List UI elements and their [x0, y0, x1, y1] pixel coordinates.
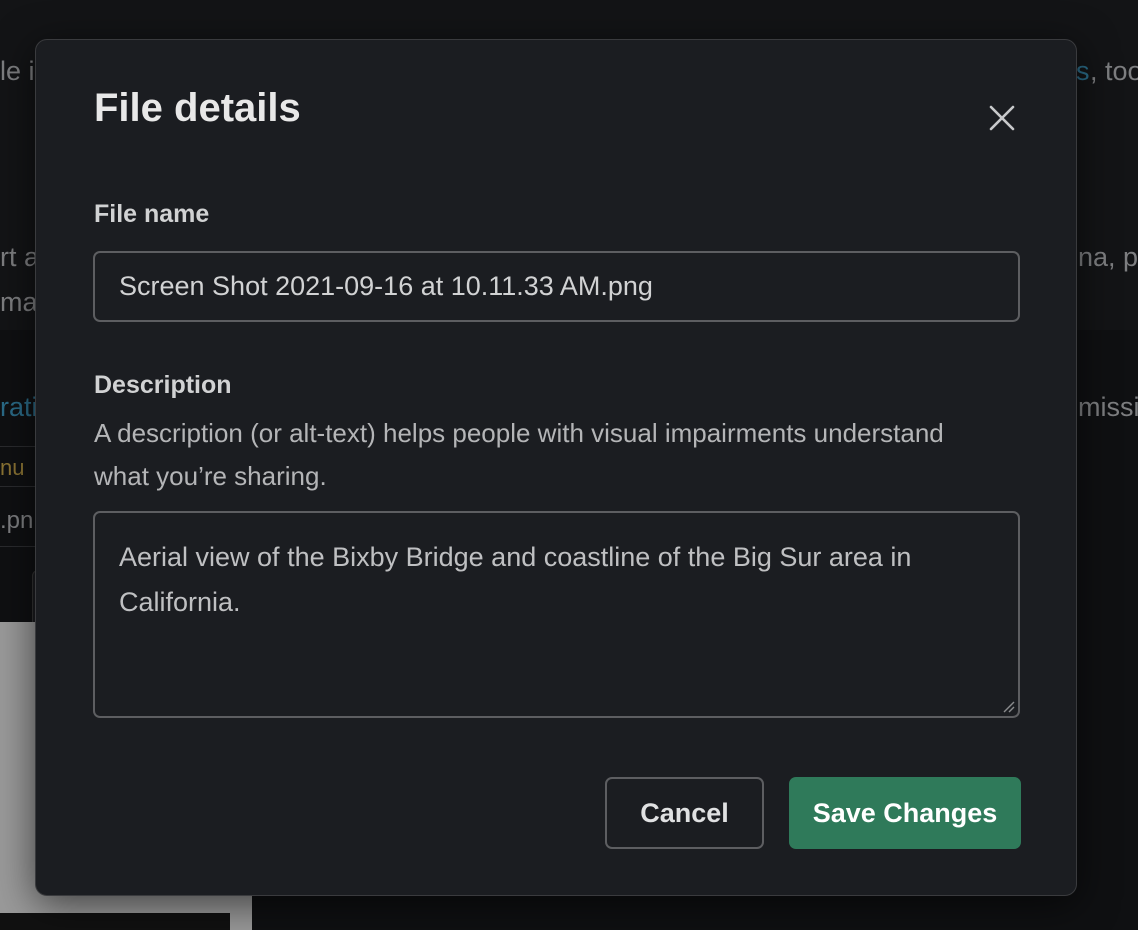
background-preview-footer: [0, 913, 230, 930]
background-text: .pn: [0, 507, 34, 534]
save-changes-button[interactable]: Save Changes: [789, 777, 1021, 849]
background-text: , too: [1090, 56, 1138, 86]
background-text: na, plo: [1078, 242, 1138, 272]
background-text: missi: [1078, 392, 1138, 422]
description-label: Description: [94, 371, 232, 399]
description-helper-text: A description (or alt-text) helps people…: [94, 418, 944, 491]
file-name-input[interactable]: Screen Shot 2021-09-16 at 10.11.33 AM.pn…: [93, 251, 1020, 322]
background-badge-text: nu: [0, 455, 25, 480]
close-button[interactable]: [982, 98, 1022, 138]
description-textarea[interactable]: Aerial view of the Bixby Bridge and coas…: [93, 511, 1020, 718]
close-icon: [989, 105, 1015, 131]
file-name-value: Screen Shot 2021-09-16 at 10.11.33 AM.pn…: [119, 271, 653, 301]
dialog-title: File details: [94, 86, 301, 130]
background-divider: [0, 546, 36, 547]
background-divider: [0, 446, 36, 447]
background-text: ma: [0, 287, 38, 317]
cancel-button[interactable]: Cancel: [605, 777, 764, 849]
background-text: rt a: [0, 242, 40, 272]
description-value: Aerial view of the Bixby Bridge and coas…: [119, 542, 912, 617]
background-divider: [0, 486, 36, 487]
background-link: s: [1076, 56, 1090, 86]
file-details-dialog: File details File name Screen Shot 2021-…: [35, 39, 1077, 896]
background-text: le i: [0, 56, 35, 86]
background-link: rati: [0, 392, 38, 422]
file-name-label: File name: [94, 200, 210, 228]
resize-handle-icon[interactable]: [1001, 699, 1015, 713]
